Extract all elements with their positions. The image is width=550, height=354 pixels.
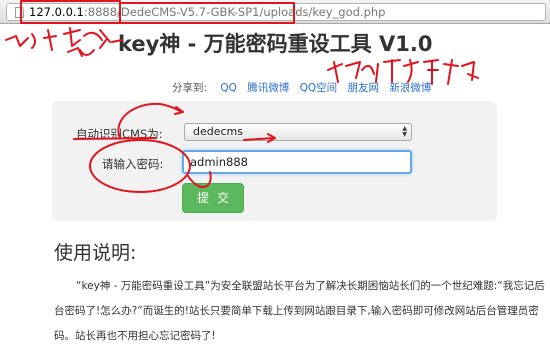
usage-heading: 使用说明: [54,242,137,264]
annotation-scribble-left [5,27,111,57]
url-path: :8888/DedeCMS-V5.7-GBK-SP1/uploads/key_g… [83,5,386,19]
share-bar: 分享到: QQ 腾讯微博 QQ空间 朋友网 新浪微博 [172,80,438,95]
password-input-value: admin888 [190,155,248,169]
address-text[interactable]: 127.0.0.1:8888/DedeCMS-V5.7-GBK-SP1/uplo… [29,5,385,19]
page-title: key神 - 万能密码重设工具 V1.0 [118,32,433,56]
share-link-pengyou[interactable]: 朋友网 [347,82,379,94]
cms-select[interactable]: dedecms ▲ ▼ [184,123,412,141]
password-input[interactable]: admin888 [182,150,412,174]
url-host: 127.0.0.1 [29,5,84,19]
share-link-tencent-weibo[interactable]: 腾讯微博 [247,82,289,94]
share-link-qzone[interactable]: QQ空间 [300,82,338,94]
share-link-sina-weibo[interactable]: 新浪微博 [389,82,431,94]
select-arrows-icon: ▲ ▼ [402,125,407,138]
cms-label: 自动识别CMS为: [76,127,163,141]
submit-button[interactable]: 提交 [182,183,244,213]
page-icon [15,7,24,18]
usage-paragraph: “key神 - 万能密码重设工具”为安全联盟站长平台为了解决长期困恼站长们的一个… [54,280,545,342]
address-bar[interactable]: 127.0.0.1:8888/DedeCMS-V5.7-GBK-SP1/uplo… [6,3,546,21]
share-label: 分享到: [172,82,208,94]
cms-select-value: dedecms [193,125,243,138]
browser-toolbar: 127.0.0.1:8888/DedeCMS-V5.7-GBK-SP1/uplo… [0,0,550,24]
form-panel: 自动识别CMS为: dedecms ▲ ▼ 请输入密码: admin888 提交 [52,101,497,221]
share-link-qq[interactable]: QQ [220,82,237,94]
password-label: 请输入密码: [102,157,164,171]
